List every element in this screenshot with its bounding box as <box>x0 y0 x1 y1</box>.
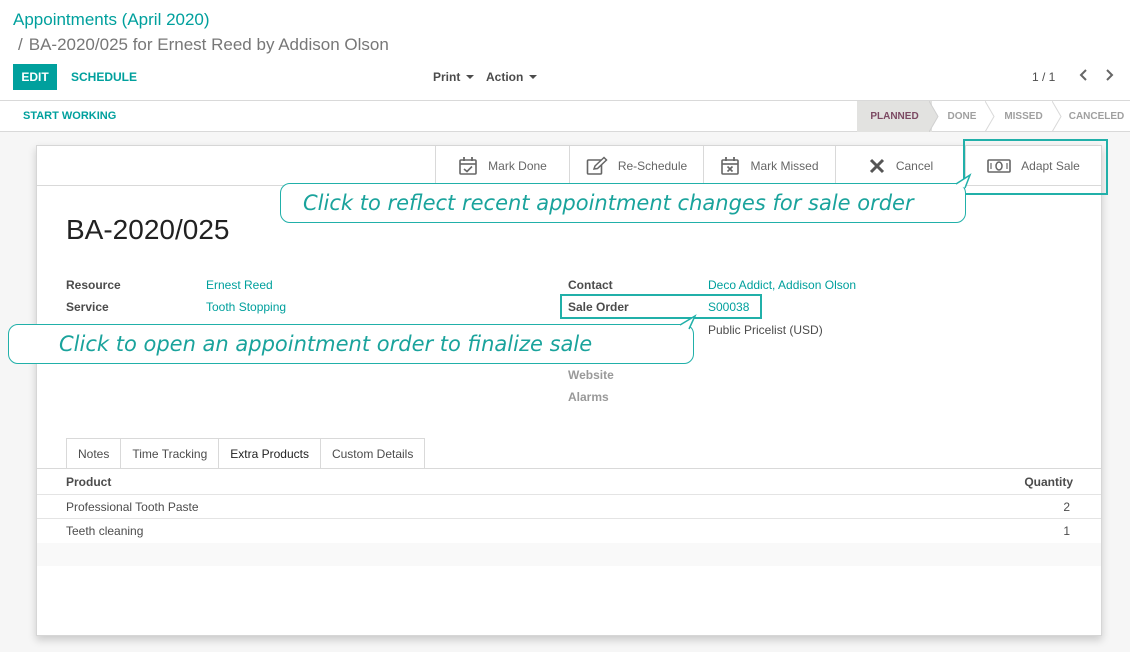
cancel-button[interactable]: Cancel <box>835 146 965 186</box>
breadcrumb-current-label: BA-2020/025 for Ernest Reed by Addison O… <box>28 35 389 54</box>
resource-value[interactable]: Ernest Reed <box>206 278 273 292</box>
tab-custom-details[interactable]: Custom Details <box>319 438 426 469</box>
adapt-sale-highlight <box>963 139 1108 195</box>
contact-label: Contact <box>568 278 613 292</box>
breadcrumb: Appointments (April 2020) <box>13 9 210 31</box>
edit-button[interactable]: EDIT <box>13 64 57 90</box>
table-row[interactable]: Professional Tooth Paste 2 <box>37 494 1101 518</box>
chevron-right-icon <box>1106 69 1114 81</box>
breadcrumb-root-link[interactable]: Appointments (April 2020) <box>13 10 210 29</box>
contact-value[interactable]: Deco Addict, Addison Olson <box>708 278 856 292</box>
quantity-cell: 2 <box>1063 500 1070 514</box>
website-label: Website <box>568 368 614 382</box>
tooltip-pointer-icon <box>955 173 972 189</box>
reschedule-label: Re-Schedule <box>617 159 688 173</box>
tab-extra-products[interactable]: Extra Products <box>218 438 320 469</box>
sale-order-tooltip-text: Click to open an appointment order to fi… <box>59 332 593 356</box>
reschedule-button[interactable]: Re-Schedule <box>569 146 703 186</box>
adapt-sale-tooltip[interactable]: Click to reflect recent appointment chan… <box>280 183 966 223</box>
calendar-check-icon <box>459 157 477 175</box>
stage-planned[interactable]: PLANNED <box>857 101 932 132</box>
record-title: BA-2020/025 <box>66 214 230 245</box>
mark-missed-button[interactable]: Mark Missed <box>703 146 835 186</box>
pager-next-button[interactable] <box>1103 64 1115 90</box>
action-dropdown[interactable]: Action <box>486 64 538 90</box>
edit-icon <box>586 156 608 175</box>
button-box: Mark Done Re-Schedule Mark Missed Cancel… <box>37 146 1101 186</box>
column-header-quantity[interactable]: Quantity <box>1024 475 1073 489</box>
stage-arrow-icon <box>1052 101 1062 132</box>
service-value[interactable]: Tooth Stopping <box>206 300 286 314</box>
resource-label: Resource <box>66 278 121 292</box>
column-header-product[interactable]: Product <box>66 475 111 489</box>
sale-order-highlight <box>560 294 762 319</box>
adapt-sale-tooltip-text: Click to reflect recent appointment chan… <box>303 191 914 215</box>
chevron-left-icon <box>1079 69 1087 81</box>
cancel-label: Cancel <box>895 159 934 173</box>
tab-time-tracking[interactable]: Time Tracking <box>120 438 219 469</box>
caret-down-icon <box>466 75 475 79</box>
table-empty-row <box>37 543 1101 566</box>
print-dropdown-label: Print <box>433 70 461 84</box>
table-row[interactable]: Teeth cleaning 1 <box>37 518 1101 542</box>
caret-down-icon <box>529 75 538 79</box>
stage-arrow-icon <box>985 101 995 132</box>
service-label: Service <box>66 300 109 314</box>
stage-canceled[interactable]: CANCELED <box>1063 101 1130 132</box>
stage-missed[interactable]: MISSED <box>995 101 1052 132</box>
pricelist-value: Public Pricelist (USD) <box>708 323 823 337</box>
tooltip-pointer-icon <box>679 314 697 330</box>
product-cell: Teeth cleaning <box>66 524 144 538</box>
action-dropdown-label: Action <box>486 70 524 84</box>
alarms-label: Alarms <box>568 390 609 404</box>
tab-notes[interactable]: Notes <box>66 438 121 469</box>
start-working-button[interactable]: START WORKING <box>23 101 116 132</box>
quantity-cell: 1 <box>1063 524 1070 538</box>
statusbar: START WORKING PLANNED DONE MISSED CANCEL… <box>0 101 1130 132</box>
print-dropdown[interactable]: Print <box>433 64 475 90</box>
breadcrumb-separator: / <box>18 35 23 54</box>
pager-value[interactable]: 1 / 1 <box>1032 64 1055 90</box>
schedule-button[interactable]: SCHEDULE <box>71 64 137 90</box>
tabs-divider <box>37 468 1101 469</box>
product-cell: Professional Tooth Paste <box>66 500 199 514</box>
mark-missed-label: Mark Missed <box>750 159 819 173</box>
mark-done-label: Mark Done <box>488 159 547 173</box>
mark-done-button[interactable]: Mark Done <box>435 146 569 186</box>
calendar-times-icon <box>721 157 740 175</box>
breadcrumb-current: / BA-2020/025 for Ernest Reed by Addison … <box>18 35 389 55</box>
sale-order-tooltip[interactable]: Click to open an appointment order to fi… <box>8 324 694 364</box>
notebook-tabs: Notes Time Tracking Extra Products Custo… <box>66 438 426 469</box>
pager-previous-button[interactable] <box>1078 64 1090 90</box>
close-icon <box>869 158 884 174</box>
stage-done[interactable]: DONE <box>937 101 987 132</box>
